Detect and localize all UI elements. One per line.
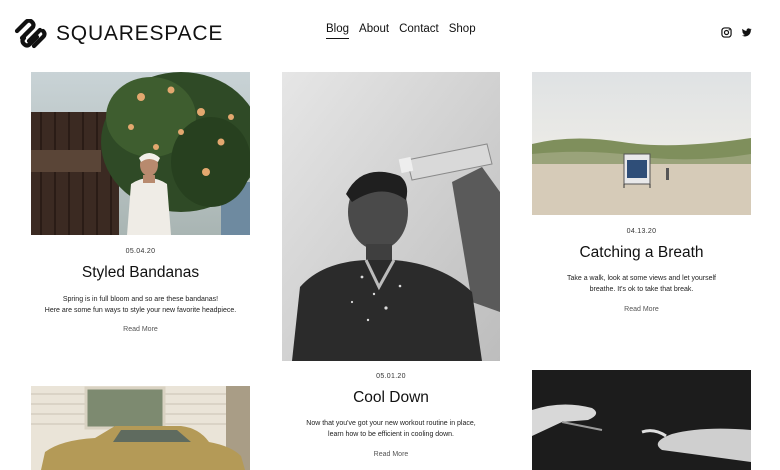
post-excerpt-line: Take a walk, look at some views and let … <box>566 275 716 282</box>
brand-name: SQUARESPACE <box>56 22 224 45</box>
twitter-icon[interactable] <box>741 25 752 37</box>
logo-link[interactable]: SQUARESPACE <box>14 19 223 49</box>
read-more-link[interactable]: Read More <box>31 326 250 333</box>
nav-item-shop[interactable]: Shop <box>449 23 476 39</box>
post-image-car[interactable] <box>31 386 250 470</box>
post-excerpt-line: Spring is in full bloom and so are these… <box>62 296 219 303</box>
post-excerpt-line: breathe. It's ok to take that break. <box>589 286 694 293</box>
post-excerpt-line: Here are some fun ways to style your new… <box>44 307 237 314</box>
squarespace-logo-icon <box>14 19 47 49</box>
main-nav: Blog About Contact Shop <box>326 23 476 39</box>
nav-item-blog[interactable]: Blog <box>326 23 350 39</box>
post-image-catching-a-breath[interactable] <box>532 72 751 215</box>
nav-item-contact[interactable]: Contact <box>399 23 439 39</box>
instagram-icon[interactable] <box>721 25 732 38</box>
post-excerpt: Spring is in full bloom and so are these… <box>31 294 250 316</box>
post-image-cool-down[interactable] <box>282 72 500 361</box>
read-more-link[interactable]: Read More <box>282 451 500 458</box>
social-links <box>721 25 752 38</box>
nav-item-about[interactable]: About <box>359 23 389 39</box>
post-excerpt-line: learn how to be efficient in cooling dow… <box>328 431 454 438</box>
post-image-hands[interactable] <box>532 370 751 470</box>
post-title[interactable]: Catching a Breath <box>532 244 751 262</box>
post-image-bandanas[interactable] <box>31 72 250 235</box>
post-excerpt-line: Now that you've got your new workout rou… <box>306 420 476 427</box>
post-excerpt: Now that you've got your new workout rou… <box>282 418 500 440</box>
post-date: 04.13.20 <box>626 228 657 235</box>
post-title[interactable]: Cool Down <box>282 389 500 407</box>
post-title[interactable]: Styled Bandanas <box>31 264 250 282</box>
post-date: 05.04.20 <box>125 248 156 255</box>
post-excerpt: Take a walk, look at some views and let … <box>532 273 751 295</box>
read-more-link[interactable]: Read More <box>532 306 751 313</box>
site-header: SQUARESPACE Blog About Contact Shop <box>0 0 780 64</box>
post-date: 05.01.20 <box>376 373 406 380</box>
